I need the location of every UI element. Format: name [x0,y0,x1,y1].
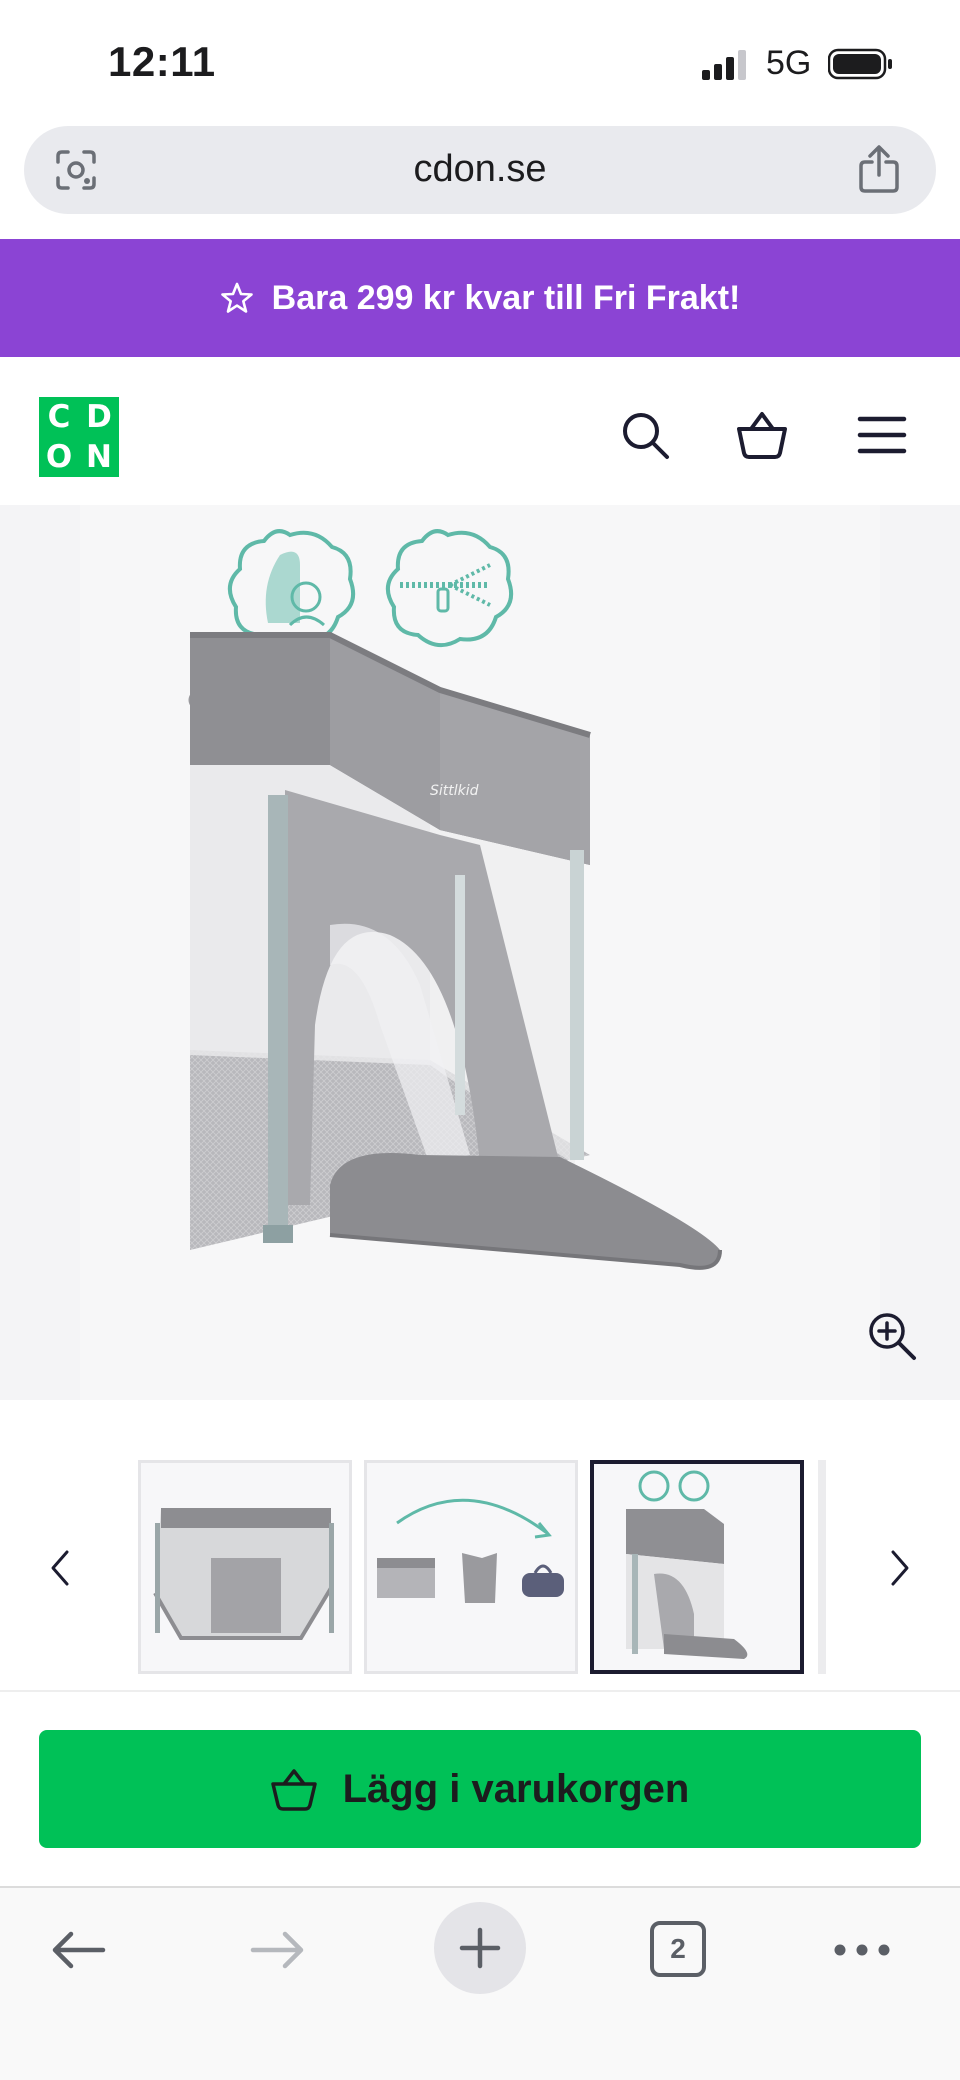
fabric-brand-label: Sittlkid [430,783,479,799]
tab-count: 2 [670,1933,686,1964]
more-icon [834,1944,890,1956]
thumbnail-image-2[interactable] [364,1460,578,1674]
playpen-illustration: Sittlkid [80,505,880,1400]
browser-toolbar: 2 [0,1886,960,2080]
thumbnail-next-edge [818,1460,826,1674]
search-icon[interactable] [619,409,671,461]
basket-icon [270,1769,317,1811]
free-shipping-banner[interactable]: Bara 299 kr kvar till Fri Frakt! [0,239,960,357]
address-bar[interactable]: cdon.se [24,126,936,214]
promo-text: Bara 299 kr kvar till Fri Frakt! [271,278,741,317]
chevron-right-icon [891,1550,909,1586]
next-image-button[interactable] [880,1546,920,1590]
playpen-thumbnail-2 [377,1498,564,1603]
product-main-image[interactable]: Sittlkid [0,505,960,1400]
playpen-thumbnail-3 [626,1470,748,1659]
thumbnail-image-1[interactable] [138,1460,352,1674]
site-header: C D O N [0,357,960,505]
forward-arrow-icon [250,1931,304,1969]
cdon-logo[interactable]: C D O N [39,397,119,477]
more-button[interactable] [832,1920,892,1980]
thumbnail-image-3-selected[interactable] [590,1460,804,1674]
basket-icon[interactable] [736,409,788,461]
add-to-cart-label: Lägg i varukorgen [342,1766,690,1811]
cellular-signal-icon [702,48,752,80]
status-bar: 12:11 5G [0,0,960,120]
new-tab-button[interactable] [434,1902,526,1994]
playpen-thumbnail-1 [153,1508,334,1640]
back-arrow-icon [52,1931,106,1969]
status-time: 12:11 [108,38,216,85]
back-button[interactable] [48,1920,108,1980]
share-icon[interactable] [856,144,902,194]
chevron-left-icon [51,1550,69,1586]
url-text[interactable]: cdon.se [24,148,936,191]
network-type: 5G [766,44,812,82]
new-tab-icon [459,1927,501,1969]
tabs-icon[interactable]: 2 [650,1921,706,1977]
zoom-in-icon[interactable] [866,1310,918,1362]
previous-image-button[interactable] [40,1546,80,1590]
forward-button[interactable] [248,1920,308,1980]
battery-icon [828,48,892,80]
menu-icon[interactable] [856,409,908,461]
star-icon [220,282,253,313]
add-to-cart-button[interactable]: Lägg i varukorgen [39,1730,921,1848]
